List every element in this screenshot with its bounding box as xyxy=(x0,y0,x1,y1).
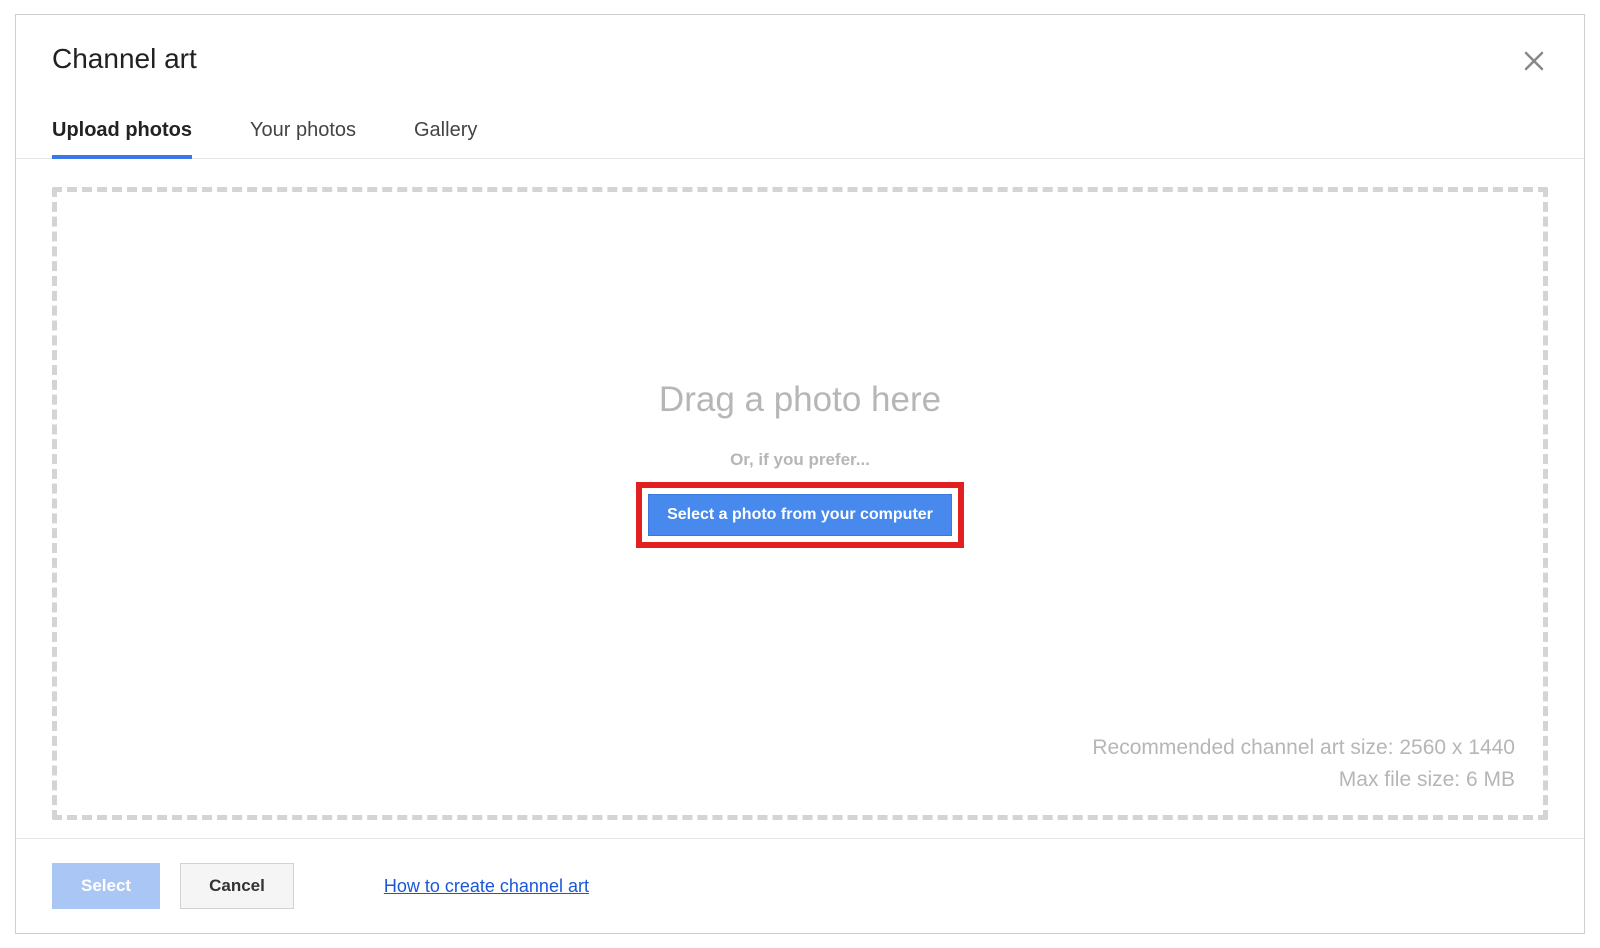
size-hints: Recommended channel art size: 2560 x 144… xyxy=(1092,732,1515,795)
dropzone[interactable]: Drag a photo here Or, if you prefer... S… xyxy=(52,187,1548,820)
dialog-body: Drag a photo here Or, if you prefer... S… xyxy=(16,159,1584,838)
tab-gallery[interactable]: Gallery xyxy=(414,105,477,158)
max-file-size-text: Max file size: 6 MB xyxy=(1092,764,1515,796)
drag-hint-text: Drag a photo here xyxy=(659,380,941,420)
tab-your-photos[interactable]: Your photos xyxy=(250,105,356,158)
tab-bar: Upload photos Your photos Gallery xyxy=(16,105,1584,159)
recommended-size-text: Recommended channel art size: 2560 x 144… xyxy=(1092,732,1515,764)
or-text: Or, if you prefer... xyxy=(730,450,870,470)
dropzone-center: Drag a photo here Or, if you prefer... S… xyxy=(57,380,1543,548)
dialog-footer: Select Cancel How to create channel art xyxy=(16,838,1584,933)
dialog-title: Channel art xyxy=(52,43,1548,75)
cancel-button[interactable]: Cancel xyxy=(180,863,294,909)
select-button[interactable]: Select xyxy=(52,863,160,909)
dialog-header: Channel art xyxy=(16,15,1584,75)
highlight-annotation: Select a photo from your computer xyxy=(636,482,964,548)
tab-upload-photos[interactable]: Upload photos xyxy=(52,105,192,158)
close-icon[interactable] xyxy=(1520,47,1548,75)
channel-art-dialog: Channel art Upload photos Your photos Ga… xyxy=(15,14,1585,934)
help-link[interactable]: How to create channel art xyxy=(384,876,589,897)
select-photo-button[interactable]: Select a photo from your computer xyxy=(648,494,952,536)
